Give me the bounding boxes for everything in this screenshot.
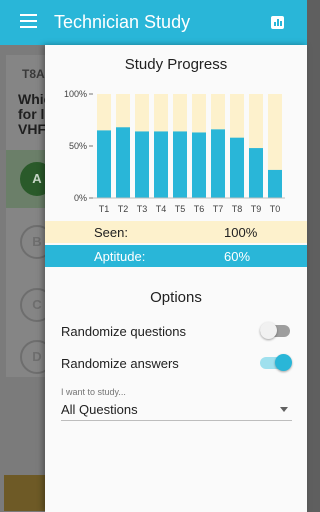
- bar-progress: [192, 132, 206, 198]
- x-tick-label: T2: [118, 204, 129, 214]
- y-tick-label: 0%: [74, 193, 87, 203]
- randomize-questions-label: Randomize questions: [61, 324, 187, 339]
- app-bar: Technician Study: [0, 0, 307, 45]
- y-tick-label: 50%: [69, 141, 87, 151]
- seen-row: Seen: 100%: [45, 221, 307, 243]
- bar-progress: [249, 148, 263, 198]
- seen-label: Seen:: [94, 225, 128, 240]
- bar-progress: [154, 131, 168, 198]
- study-drawer: Study Progress 0% 50% 100% T1 T2 T3 T4 T5 T6 T7 T8…: [45, 45, 307, 512]
- study-select[interactable]: All Questions: [61, 399, 292, 421]
- aptitude-row: Aptitude: 60%: [45, 245, 307, 267]
- bar-progress: [97, 130, 111, 198]
- x-tick-label: T7: [213, 204, 224, 214]
- aptitude-value: 60%: [224, 249, 251, 264]
- study-select-value: All Questions: [61, 402, 138, 417]
- study-select-label: I want to study...: [61, 387, 126, 397]
- app-title: Technician Study: [54, 12, 191, 32]
- bar-progress: [211, 129, 225, 198]
- seen-value: 100%: [224, 225, 258, 240]
- bar-chart-icon[interactable]: [271, 16, 284, 29]
- bar-progress: [268, 169, 282, 198]
- menu-icon[interactable]: [20, 14, 37, 30]
- bar-progress: [116, 127, 130, 198]
- aptitude-label: Aptitude:: [94, 249, 146, 264]
- randomize-questions-toggle[interactable]: [260, 322, 292, 339]
- toggle-knob: [260, 322, 277, 339]
- x-tick-label: T9: [251, 204, 262, 214]
- options-title: Options: [150, 289, 202, 306]
- bar-progress: [173, 131, 187, 198]
- study-progress-title: Study Progress: [124, 56, 228, 73]
- x-tick-label: T6: [194, 204, 205, 214]
- x-tick-label: T4: [156, 204, 167, 214]
- toggle-knob: [275, 354, 292, 371]
- dropdown-arrow-icon: [280, 407, 288, 412]
- bar-progress: [135, 131, 149, 198]
- x-tick-label: T3: [137, 204, 148, 214]
- randomize-answers-toggle[interactable]: [260, 354, 292, 371]
- question-id: T8A: [22, 67, 45, 81]
- x-tick-label: T1: [99, 204, 110, 214]
- bar-progress: [230, 137, 244, 198]
- x-tick-label: T0: [270, 204, 281, 214]
- y-tick-label: 100%: [64, 89, 87, 99]
- x-tick-label: T5: [175, 204, 186, 214]
- randomize-answers-label: Randomize answers: [61, 356, 179, 371]
- x-tick-label: T8: [232, 204, 243, 214]
